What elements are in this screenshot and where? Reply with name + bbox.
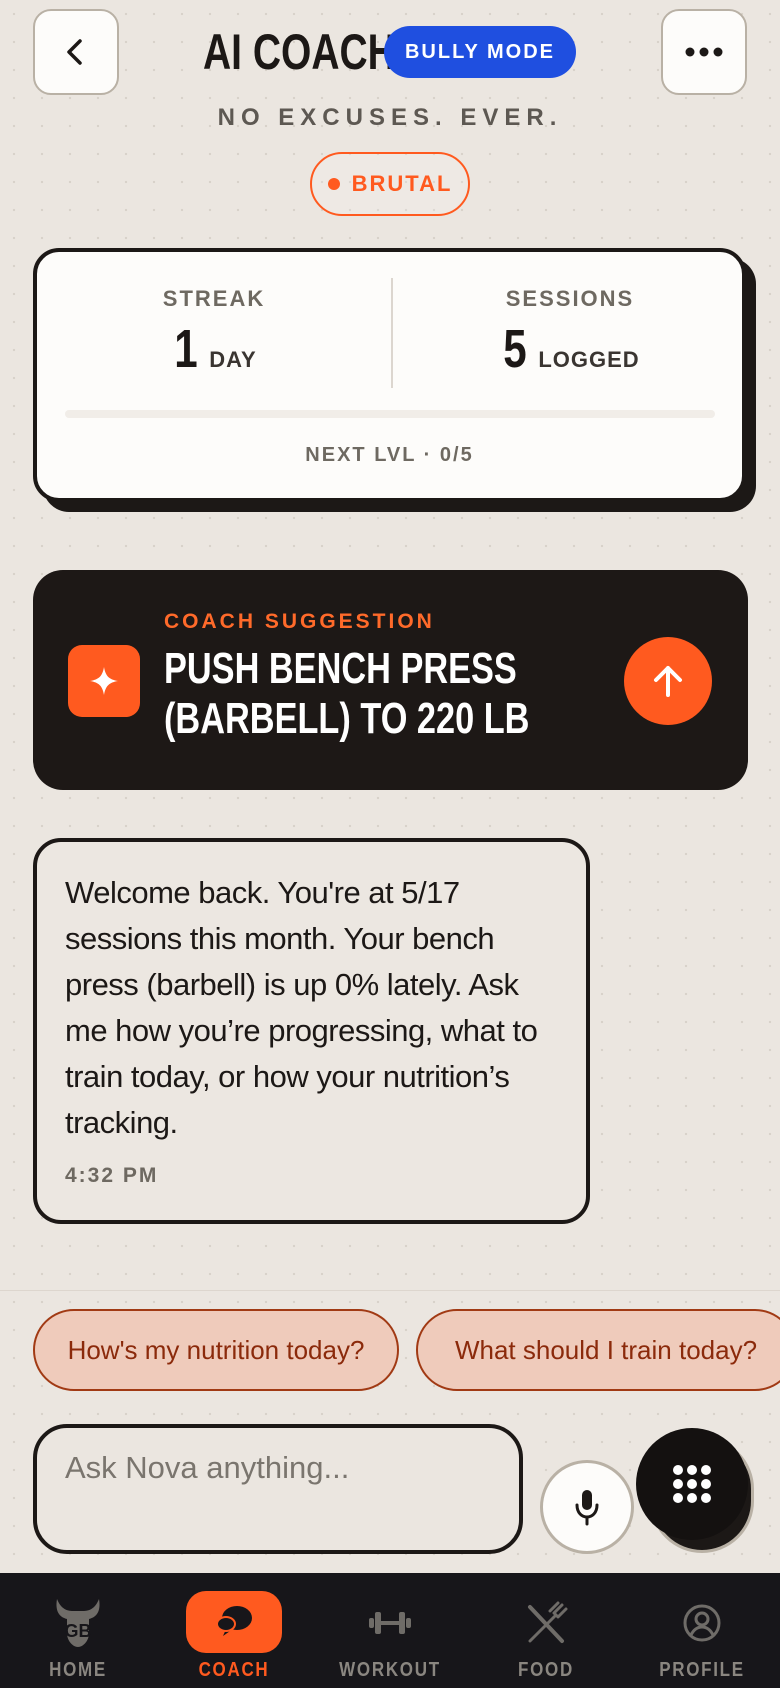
divider bbox=[0, 1290, 780, 1291]
dumbbell-icon bbox=[369, 1612, 411, 1634]
nav-item-profile[interactable]: PROFILE bbox=[624, 1573, 780, 1688]
user-circle-icon bbox=[683, 1604, 721, 1642]
next-level-text: NEXT LVL · 0/5 bbox=[305, 444, 474, 466]
nav-item-home[interactable]: GB HOME bbox=[0, 1573, 156, 1688]
nav-label-coach: COACH bbox=[198, 1659, 270, 1681]
suggestion-line-1: PUSH BENCH PRESS bbox=[164, 644, 517, 693]
streak-label: STREAK bbox=[162, 286, 266, 311]
fork-knife-icon bbox=[528, 1601, 568, 1643]
more-options-button[interactable] bbox=[661, 9, 747, 95]
grid-dots-icon bbox=[673, 1465, 711, 1503]
suggestion-text: PUSH BENCH PRESS (BARBELL) TO 220 LB bbox=[164, 644, 530, 744]
status-dot-icon bbox=[327, 178, 340, 190]
quick-reply-nutrition[interactable]: How's my nutrition today? bbox=[33, 1309, 399, 1391]
quick-reply-train[interactable]: What should I train today? bbox=[416, 1309, 780, 1391]
message-text: Welcome back. You're at 5/17 sessions th… bbox=[65, 875, 538, 1140]
sessions-stat: SESSIONS 5 LOGGED bbox=[393, 286, 747, 380]
nav-label-home: HOME bbox=[49, 1659, 107, 1681]
nav-label-workout: WORKOUT bbox=[339, 1659, 441, 1681]
intensity-label: BRUTAL bbox=[351, 171, 453, 196]
nav-item-coach[interactable]: COACH bbox=[156, 1573, 312, 1688]
svg-text:GB: GB bbox=[65, 1621, 92, 1641]
sessions-value: 5 bbox=[503, 319, 528, 379]
bottom-nav: GB HOME COACH WORKOUT FOOD PROFILE bbox=[0, 1573, 780, 1688]
active-indicator bbox=[186, 1591, 282, 1653]
coach-message-bubble: Welcome back. You're at 5/17 sessions th… bbox=[33, 838, 590, 1224]
tagline: NO EXCUSES. EVER. bbox=[217, 104, 563, 131]
more-dots-icon bbox=[685, 47, 723, 57]
mode-badge[interactable]: BULLY MODE bbox=[384, 26, 576, 78]
chat-bubbles-icon bbox=[216, 1606, 252, 1636]
nav-item-workout[interactable]: WORKOUT bbox=[312, 1573, 468, 1688]
voice-input-button[interactable] bbox=[540, 1460, 634, 1554]
suggestion-label: COACH SUGGESTION bbox=[164, 610, 435, 633]
ask-input[interactable] bbox=[33, 1424, 523, 1554]
streak-value: 1 bbox=[174, 319, 198, 379]
sessions-unit: LOGGED bbox=[538, 347, 640, 372]
coach-suggestion-card[interactable]: COACH SUGGESTION PUSH BENCH PRESS (BARBE… bbox=[33, 570, 748, 790]
arrow-up-icon bbox=[654, 666, 682, 697]
suggestion-line-2: (BARBELL) TO 220 LB bbox=[164, 694, 530, 743]
stats-card: STREAK 1 DAY SESSIONS 5 LOGGED NEXT LVL … bbox=[33, 248, 746, 502]
quick-actions-button[interactable] bbox=[636, 1428, 748, 1540]
nav-label-food: FOOD bbox=[518, 1659, 574, 1681]
back-button[interactable] bbox=[33, 9, 119, 95]
microphone-icon bbox=[575, 1490, 599, 1526]
apply-suggestion-button[interactable] bbox=[624, 637, 712, 725]
chevron-left-icon bbox=[67, 39, 82, 65]
nav-label-profile: PROFILE bbox=[659, 1659, 745, 1681]
streak-stat: STREAK 1 DAY bbox=[37, 286, 391, 380]
intensity-badge[interactable]: BRUTAL bbox=[310, 152, 470, 216]
bull-logo-icon: GB bbox=[56, 1599, 100, 1647]
sparkle-icon bbox=[68, 645, 140, 717]
level-progress-bar bbox=[65, 410, 715, 418]
message-timestamp: 4:32 PM bbox=[65, 1164, 159, 1187]
nav-item-food[interactable]: FOOD bbox=[468, 1573, 624, 1688]
sessions-label: SESSIONS bbox=[505, 286, 635, 311]
page-title: AI COACH bbox=[203, 24, 396, 80]
streak-unit: DAY bbox=[209, 347, 257, 372]
